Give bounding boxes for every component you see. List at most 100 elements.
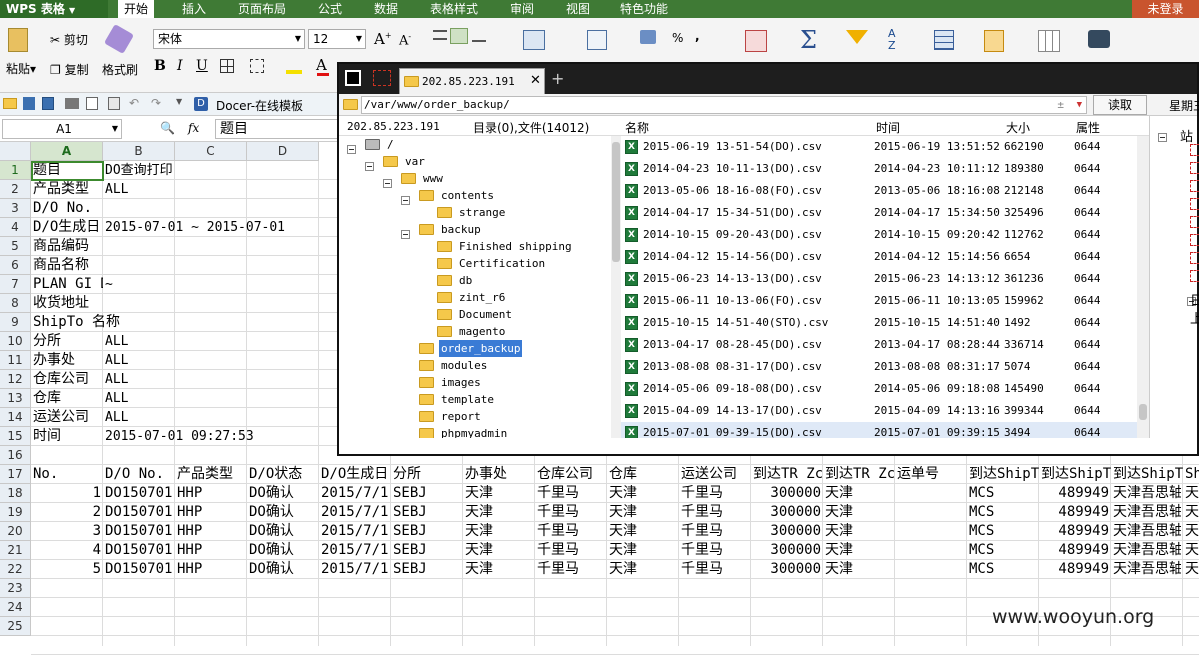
table-cell[interactable]: 天津吾思轴: [1113, 560, 1181, 579]
menu-tab-2[interactable]: 页面布局: [238, 0, 286, 18]
redo-icon[interactable]: ↷: [151, 96, 161, 110]
cell-format-icon[interactable]: [250, 59, 264, 73]
filter-icon[interactable]: [846, 30, 868, 44]
copy-button[interactable]: ❐ 复制: [50, 61, 89, 78]
tree-item[interactable]: /: [339, 136, 611, 154]
table-cell[interactable]: 489949: [1041, 560, 1109, 579]
row-header[interactable]: 14: [0, 408, 31, 427]
file-row[interactable]: X 2015-06-11 10-13-06(FO).csv 2015-06-11 1…: [621, 290, 1137, 312]
row-header[interactable]: 17: [0, 465, 31, 484]
table-cell[interactable]: [897, 560, 965, 579]
cell-a[interactable]: 仓库公司: [33, 370, 103, 389]
row-header[interactable]: 11: [0, 351, 31, 370]
cell-b[interactable]: ALL: [105, 180, 335, 199]
table-cell[interactable]: 天津: [609, 484, 677, 503]
table-cell[interactable]: 5: [33, 560, 101, 579]
table-cell[interactable]: 千里马: [681, 522, 749, 541]
cell-a[interactable]: D/O生成日: [33, 218, 103, 237]
table-cell[interactable]: 天: [1185, 484, 1199, 503]
save-as-icon[interactable]: [42, 97, 54, 110]
cell-b[interactable]: ALL: [105, 370, 335, 389]
table-cell[interactable]: HHP: [177, 503, 245, 522]
row-header[interactable]: 6: [0, 256, 31, 275]
font-name-select[interactable]: 宋体 ▼: [153, 29, 305, 49]
table-cell[interactable]: 天津: [609, 560, 677, 579]
table-cell[interactable]: 天津吾思轴: [1113, 503, 1181, 522]
table-cell[interactable]: DO确认: [249, 503, 317, 522]
new-tab-icon[interactable]: +: [551, 69, 564, 88]
table-cell[interactable]: 天津: [609, 541, 677, 560]
side-tree-item[interactable]: [1190, 162, 1199, 174]
table-cell[interactable]: 千里马: [537, 484, 605, 503]
column-header-D[interactable]: D: [247, 142, 319, 161]
underline-button[interactable]: U: [196, 58, 208, 74]
row-header[interactable]: 21: [0, 541, 31, 560]
table-cell[interactable]: 天津: [825, 484, 893, 503]
tree-item[interactable]: template: [339, 391, 611, 408]
side-tree-item[interactable]: [1190, 198, 1199, 210]
menu-tab-0[interactable]: 开始: [118, 0, 155, 18]
row-header[interactable]: 19: [0, 503, 31, 522]
terminal-icon[interactable]: [345, 70, 361, 86]
menu-tab-6[interactable]: 审阅: [510, 0, 534, 18]
table-cell[interactable]: DO确认: [249, 560, 317, 579]
italic-button[interactable]: I: [177, 58, 183, 74]
percent-button[interactable]: %: [672, 31, 683, 45]
row-header[interactable]: 18: [0, 484, 31, 503]
table-cell[interactable]: DO150701C: [105, 503, 173, 522]
table-cell[interactable]: 天津: [465, 560, 533, 579]
column-attr[interactable]: 属性: [1076, 119, 1100, 136]
table-cell[interactable]: DO150701C: [105, 522, 173, 541]
table-cell[interactable]: DO150701C: [105, 560, 173, 579]
table-cell[interactable]: 489949: [1041, 541, 1109, 560]
align-bottom-icon[interactable]: [472, 32, 486, 42]
table-cell[interactable]: HHP: [177, 560, 245, 579]
tree-item[interactable]: db: [339, 272, 611, 289]
table-cell[interactable]: SEBJ: [393, 522, 461, 541]
align-middle-icon[interactable]: [450, 28, 468, 44]
table-cell[interactable]: 天津吾思轴: [1113, 541, 1181, 560]
table-cell[interactable]: 天: [1185, 560, 1199, 579]
table-cell[interactable]: HHP: [177, 484, 245, 503]
cell-a[interactable]: 收货地址: [33, 294, 173, 313]
paste-button[interactable]: 粘贴▾: [6, 60, 36, 77]
table-cell[interactable]: 千里马: [681, 541, 749, 560]
table-cell[interactable]: 千里马: [537, 560, 605, 579]
table-format-icon[interactable]: [934, 30, 954, 50]
format-icon[interactable]: [984, 30, 1004, 52]
tree-item[interactable]: strange: [339, 204, 611, 221]
side-tree-item[interactable]: [1190, 144, 1199, 156]
row-header[interactable]: 15: [0, 427, 31, 446]
table-cell[interactable]: DO150701C: [105, 541, 173, 560]
select-all-corner[interactable]: [0, 142, 31, 161]
tree-item[interactable]: Finished shipping: [339, 238, 611, 255]
table-cell[interactable]: 3: [33, 522, 101, 541]
cell-b[interactable]: ALL: [105, 408, 335, 427]
menu-tab-4[interactable]: 数据: [374, 0, 398, 18]
table-cell[interactable]: SEBJ: [393, 484, 461, 503]
table-cell[interactable]: 天津: [465, 503, 533, 522]
row-header[interactable]: 3: [0, 199, 31, 218]
cell-b[interactable]: ~: [105, 275, 335, 294]
side-tree-item[interactable]: [1190, 234, 1199, 246]
table-cell[interactable]: DO确认: [249, 522, 317, 541]
read-button[interactable]: 读取: [1093, 95, 1147, 115]
table-cell[interactable]: MCS: [969, 522, 1037, 541]
table-cell[interactable]: 天津: [825, 503, 893, 522]
open-icon[interactable]: [3, 98, 17, 109]
tree-item[interactable]: images: [339, 374, 611, 391]
tree-item[interactable]: magento: [339, 323, 611, 340]
table-cell[interactable]: 天津: [609, 503, 677, 522]
tree-item[interactable]: report: [339, 408, 611, 425]
column-time[interactable]: 时间: [876, 119, 900, 136]
table-cell[interactable]: 天津: [609, 522, 677, 541]
row-header[interactable]: 12: [0, 370, 31, 389]
file-row[interactable]: X 2015-07-01 09-39-15(DO).csv 2015-07-01 0…: [621, 422, 1137, 438]
column-header-B[interactable]: B: [103, 142, 175, 161]
table-cell[interactable]: 天津: [465, 541, 533, 560]
table-cell[interactable]: 489949: [1041, 522, 1109, 541]
table-cell[interactable]: 千里马: [681, 503, 749, 522]
table-cell[interactable]: 天: [1185, 503, 1199, 522]
file-row[interactable]: X 2015-04-09 14-13-17(DO).csv 2015-04-09 1…: [621, 400, 1137, 422]
file-row[interactable]: X 2014-05-06 09-18-08(DO).csv 2014-05-06 0…: [621, 378, 1137, 400]
